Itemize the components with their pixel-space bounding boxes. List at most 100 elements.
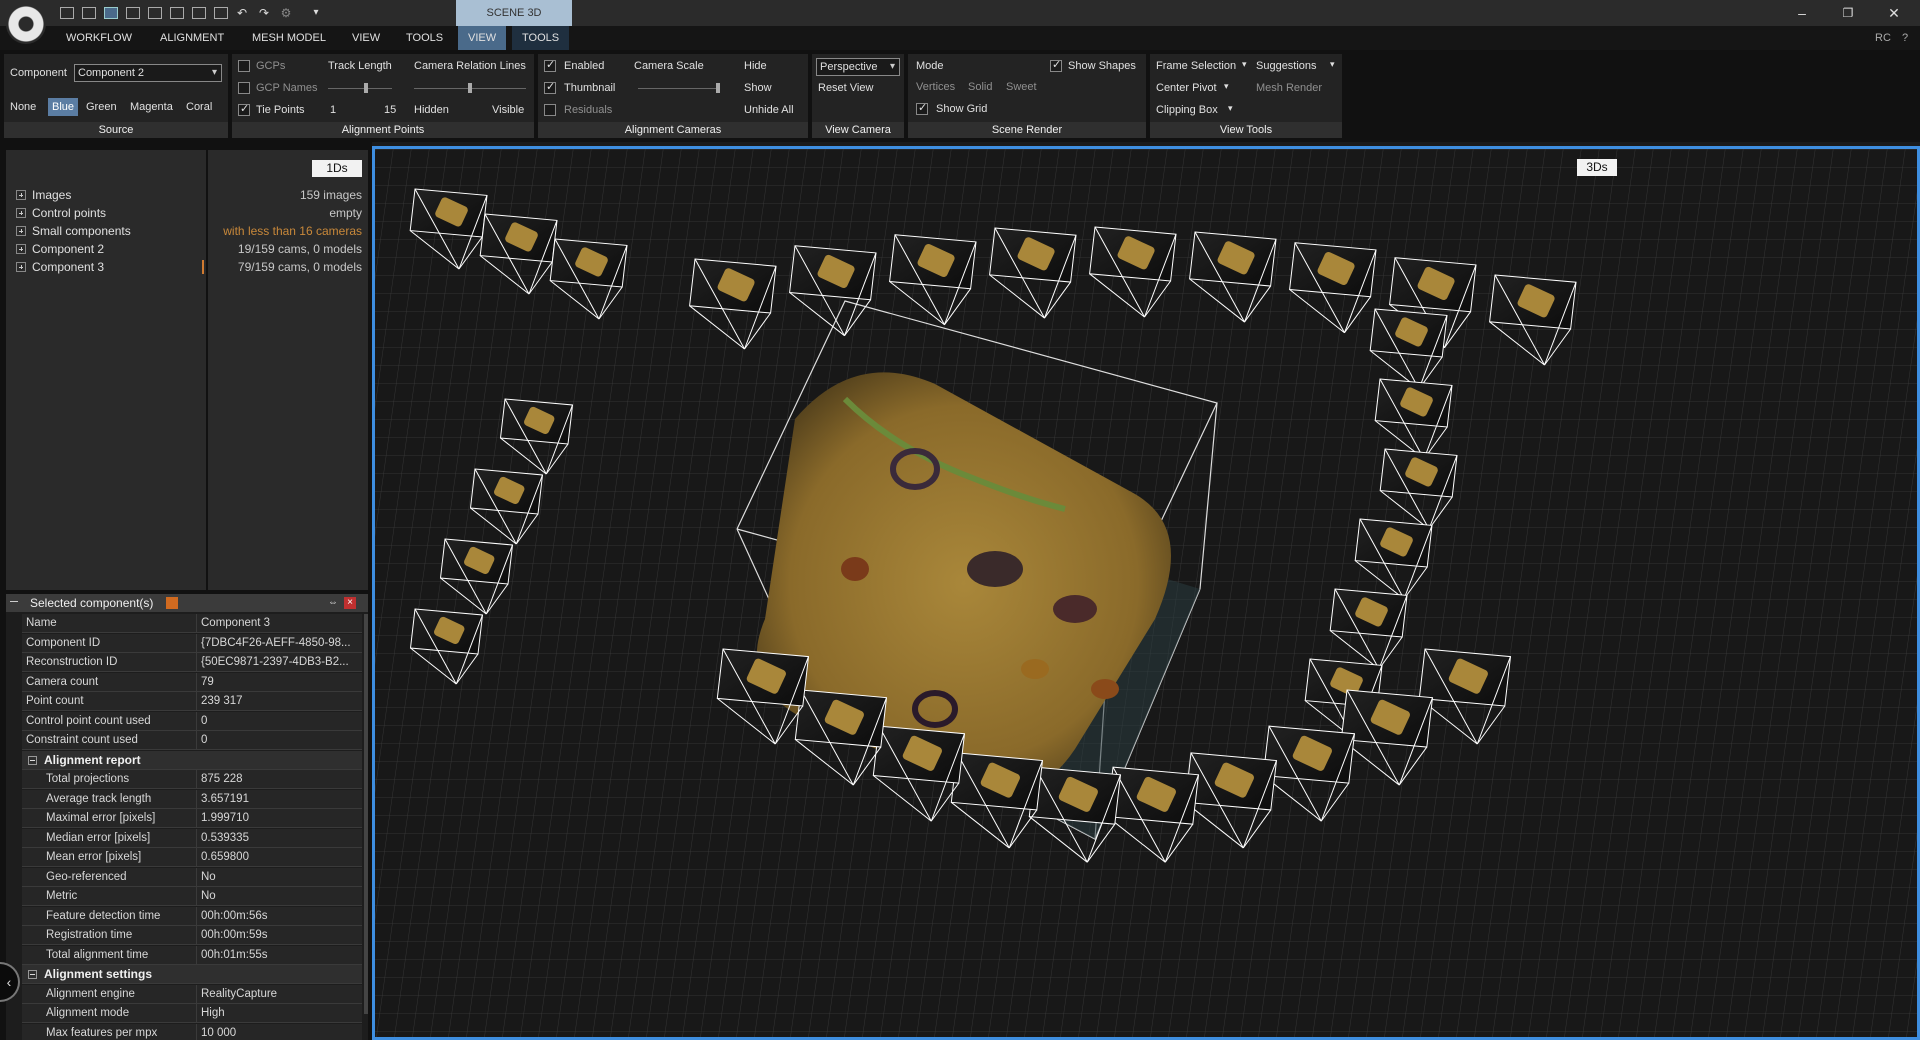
tree-item-component-2[interactable]: Component 2	[16, 240, 104, 258]
expand-icon[interactable]	[16, 190, 26, 200]
suggestions-dropdown-icon[interactable]: ▾	[1330, 59, 1335, 70]
property-row[interactable]: Constraint count used 0	[22, 731, 362, 750]
projection-select[interactable]: Perspective	[816, 58, 900, 76]
property-row[interactable]: Registration time 00h:00m:59s	[22, 926, 362, 945]
expand-icon[interactable]	[16, 262, 26, 272]
track-length-knob[interactable]	[364, 83, 368, 93]
menu-tools[interactable]: TOOLS	[406, 26, 443, 50]
pin-icon[interactable]	[166, 597, 178, 609]
property-row[interactable]: Maximal error [pixels] 1.999710	[22, 809, 362, 828]
show-button[interactable]: Show	[744, 82, 772, 94]
scene-canvas[interactable]	[375, 149, 1917, 1037]
user-badge[interactable]: RC	[1875, 26, 1891, 50]
property-row[interactable]: Component ID {7DBC4F26-AEFF-4850-98...	[22, 633, 362, 653]
layout-5-icon[interactable]	[148, 7, 162, 19]
property-row[interactable]: Average track length 3.657191	[22, 789, 362, 809]
property-row[interactable]: Name Component 3	[22, 614, 362, 633]
mesh-render-button[interactable]: Mesh Render	[1256, 82, 1322, 94]
frame-selection-dropdown-icon[interactable]: ▾	[1242, 59, 1247, 70]
clipping-box-dropdown-icon[interactable]: ▾	[1228, 103, 1233, 114]
property-row[interactable]: Control point count used 0	[22, 711, 362, 731]
center-pivot-dropdown-icon[interactable]: ▾	[1224, 81, 1229, 92]
properties-scrollbar[interactable]	[364, 614, 368, 1014]
layout-7-icon[interactable]	[192, 7, 206, 19]
tree-item-control-points[interactable]: Control points	[16, 204, 106, 222]
property-row[interactable]: Metric No	[22, 887, 362, 906]
menu-scene-view[interactable]: VIEW	[458, 26, 507, 50]
layout-3-icon[interactable]	[104, 7, 118, 19]
component-select[interactable]: Component 2	[74, 64, 222, 82]
layout-6-icon[interactable]	[170, 7, 184, 19]
menu-workflow[interactable]: WORKFLOW	[66, 26, 132, 50]
frame-selection-button[interactable]: Frame Selection	[1156, 60, 1236, 72]
close-panel-icon[interactable]: ×	[344, 597, 356, 609]
center-pivot-button[interactable]: Center Pivot	[1156, 82, 1217, 94]
color-magenta[interactable]: Magenta	[126, 98, 177, 116]
reset-view-button[interactable]: Reset View	[818, 82, 873, 94]
gcp-names-checkbox[interactable]	[238, 82, 250, 94]
tree-item-component-3[interactable]: Component 3	[16, 258, 104, 276]
property-row[interactable]: Reconstruction ID {50EC9871-2397-4DB3-B2.…	[22, 653, 362, 672]
property-row[interactable]: Alignment mode High	[22, 1004, 362, 1023]
layout-4-icon[interactable]	[126, 7, 140, 19]
expand-icon[interactable]	[16, 208, 26, 218]
sweet-option[interactable]: Sweet	[1006, 81, 1037, 93]
track-length-slider[interactable]	[328, 88, 392, 89]
tab-scene-3d[interactable]: SCENE 3D	[456, 0, 572, 26]
tie-points-checkbox[interactable]	[238, 102, 250, 116]
property-row[interactable]: Feature detection time 00h:00m:56s	[22, 906, 362, 926]
enabled-checkbox[interactable]	[544, 58, 556, 72]
undo-icon[interactable]: ↶	[232, 3, 252, 23]
gcps-checkbox[interactable]	[238, 60, 250, 72]
show-grid-checkbox[interactable]	[916, 101, 928, 115]
quick-access-dropdown-icon[interactable]: ▾	[306, 3, 326, 23]
color-blue[interactable]: Blue	[48, 98, 79, 116]
collapse-icon[interactable]	[10, 601, 18, 602]
expand-icon[interactable]	[16, 244, 26, 254]
residuals-checkbox[interactable]	[544, 104, 556, 116]
tree-item-small-components[interactable]: Small components	[16, 222, 131, 240]
layout-2-icon[interactable]	[82, 7, 96, 19]
property-row[interactable]: Mean error [pixels] 0.659800	[22, 848, 362, 867]
property-row[interactable]: Total projections 875 228	[22, 770, 362, 789]
expand-icon[interactable]	[16, 226, 26, 236]
close-button[interactable]: ✕	[1884, 3, 1904, 23]
help-icon[interactable]: ?	[1902, 26, 1908, 50]
property-row[interactable]: Max features per mpx 10 000	[22, 1023, 362, 1040]
color-coral[interactable]: Coral	[182, 98, 216, 116]
camera-scale-knob[interactable]	[716, 83, 720, 93]
solid-option[interactable]: Solid	[968, 81, 992, 93]
hide-button[interactable]: Hide	[744, 60, 767, 72]
dock-icon[interactable]: ⇔	[328, 597, 340, 609]
menu-mesh-model[interactable]: MESH MODEL	[252, 26, 326, 50]
property-row[interactable]: Geo-referenced No	[22, 867, 362, 887]
color-none[interactable]: None	[6, 98, 40, 116]
clipping-box-button[interactable]: Clipping Box	[1156, 104, 1218, 116]
property-row[interactable]: Alignment engine RealityCapture	[22, 984, 362, 1004]
app-logo-icon[interactable]	[6, 4, 46, 44]
thumbnail-checkbox[interactable]	[544, 80, 556, 94]
redo-icon[interactable]: ↷	[254, 3, 274, 23]
section-alignment-report[interactable]: Alignment report	[22, 750, 362, 770]
scene-3d-viewport[interactable]: 3Ds	[372, 146, 1920, 1040]
vertices-option[interactable]: Vertices	[916, 81, 955, 93]
property-row[interactable]: Point count 239 317	[22, 692, 362, 711]
menu-scene-tools[interactable]: TOOLS	[512, 26, 570, 50]
collapse-icon[interactable]	[28, 755, 37, 765]
show-shapes-checkbox[interactable]	[1050, 58, 1062, 72]
layout-8-icon[interactable]	[214, 7, 228, 19]
tree-item-images[interactable]: Images	[16, 186, 71, 204]
property-row[interactable]: Camera count 79	[22, 672, 362, 692]
settings-icon[interactable]: ⚙	[276, 3, 296, 23]
collapse-icon[interactable]	[28, 970, 37, 979]
property-row[interactable]: Median error [pixels] 0.539335	[22, 828, 362, 848]
view-tag-1ds[interactable]: 1Ds	[312, 160, 362, 177]
menu-alignment[interactable]: ALIGNMENT	[160, 26, 224, 50]
view-tag-3ds[interactable]: 3Ds	[1577, 159, 1617, 176]
relation-lines-knob[interactable]	[468, 83, 472, 93]
maximize-button[interactable]: ❐	[1838, 3, 1858, 23]
layout-1-icon[interactable]	[60, 7, 74, 19]
color-green[interactable]: Green	[82, 98, 121, 116]
section-alignment-settings[interactable]: Alignment settings	[22, 965, 362, 984]
suggestions-button[interactable]: Suggestions	[1256, 60, 1317, 72]
